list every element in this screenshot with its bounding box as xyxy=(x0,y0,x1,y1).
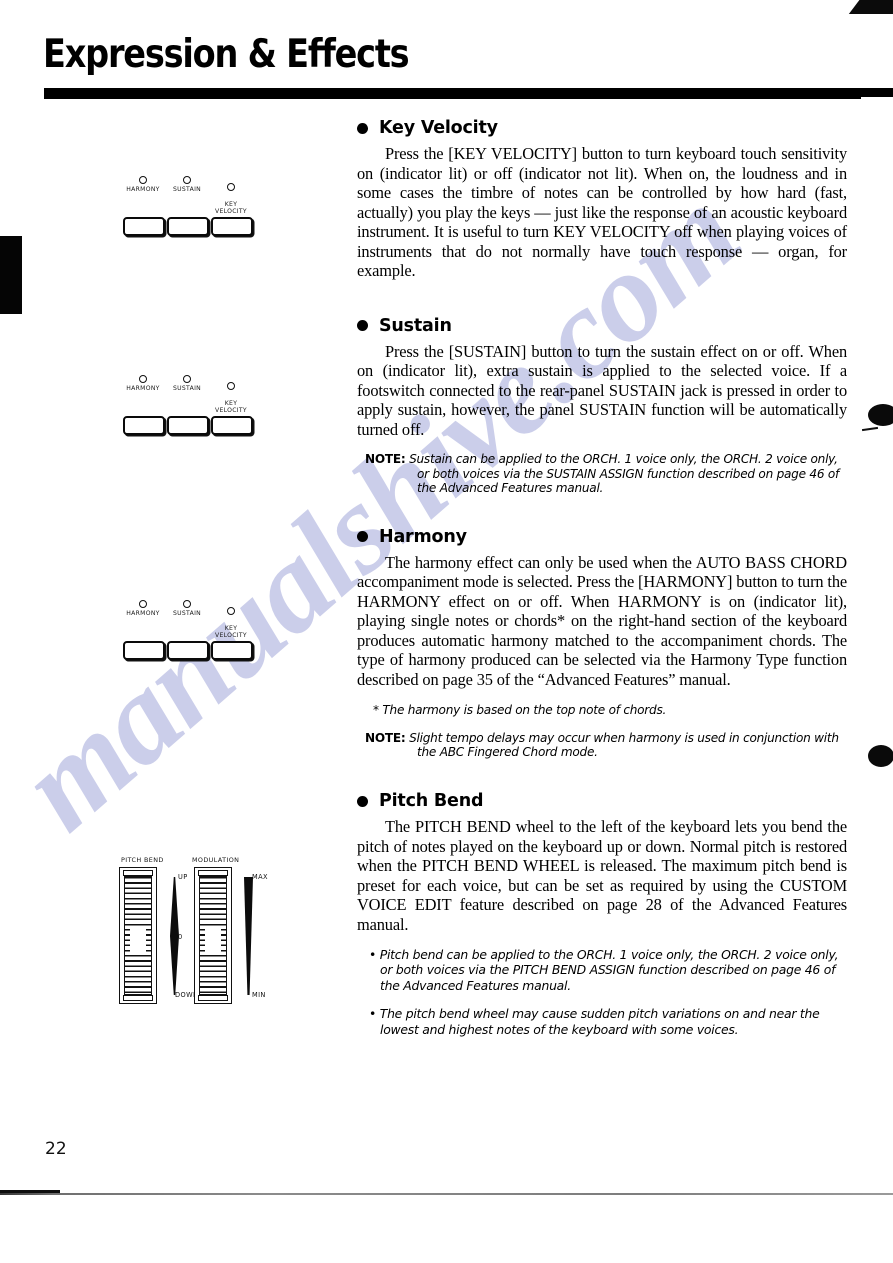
panel-button-sustain xyxy=(167,641,209,660)
led-indicator-icon xyxy=(227,382,235,391)
bullet-icon xyxy=(357,320,368,331)
wheel-label-modulation: MODULATION xyxy=(192,856,240,864)
scan-artifact-tick xyxy=(861,426,879,432)
page-title: Expression & Effects xyxy=(43,32,410,77)
led-group-key-velocity: KEY VELOCITY xyxy=(205,176,257,223)
title-rule xyxy=(44,88,893,99)
footnote-harmony: * The harmony is based on the top note o… xyxy=(373,703,667,718)
led-group-key-velocity: KEY VELOCITY xyxy=(205,375,257,422)
led-group-key-velocity: KEY VELOCITY xyxy=(205,600,257,647)
wheel-detent-gap xyxy=(130,929,146,955)
bullet-note-pitch-variations: • The pitch bend wheel may cause sudden … xyxy=(369,1006,820,1037)
led-indicator-icon xyxy=(227,183,235,192)
led-indicator-icon xyxy=(183,600,191,608)
button-row xyxy=(118,217,268,239)
panel-button-harmony xyxy=(123,217,165,236)
panel-button-key-velocity xyxy=(211,416,253,435)
modulation-wheel-slot xyxy=(194,867,232,1004)
tick-label-max: MAX xyxy=(252,873,268,881)
led-indicator-icon xyxy=(139,375,147,383)
section-heading-text: Sustain xyxy=(379,315,452,336)
scan-artifact-blob-upper xyxy=(868,404,893,426)
led-row: HARMONY SUSTAIN KEY VELOCITY xyxy=(118,600,268,639)
led-indicator-icon xyxy=(139,176,147,184)
led-label-key-velocity: KEY VELOCITY xyxy=(215,200,247,216)
section-sustain: Sustain Press the [SUSTAIN] button to tu… xyxy=(357,316,847,496)
panel-button-key-velocity xyxy=(211,641,253,660)
section-pitch-bend: Pitch Bend The PITCH BEND wheel to the l… xyxy=(357,791,847,1037)
section-heading-text: Pitch Bend xyxy=(379,791,484,812)
led-indicator-icon xyxy=(139,600,147,608)
panel-button-sustain xyxy=(167,416,209,435)
pitch-bend-wheel-slot xyxy=(119,867,157,1004)
manual-page: manualshive.com Expression & Effects HAR… xyxy=(0,0,893,1263)
note-text: Slight tempo delays may occur when harmo… xyxy=(405,730,839,760)
panel-figure-harmony: HARMONY SUSTAIN KEY VELOCITY xyxy=(118,600,268,668)
scan-artifact-top-wedge xyxy=(848,0,893,14)
section-body-pitch-bend: The PITCH BEND wheel to the left of the … xyxy=(357,817,847,934)
wheel-cap-bottom xyxy=(123,995,153,1001)
section-body-key-velocity: Press the [KEY VELOCITY] button to turn … xyxy=(357,144,847,280)
led-indicator-icon xyxy=(183,375,191,383)
content-column: Key Velocity Press the [KEY VELOCITY] bu… xyxy=(357,118,847,1037)
wheel-detent-gap xyxy=(205,929,221,955)
button-row xyxy=(118,641,268,663)
scan-artifact-blob-lower xyxy=(868,745,893,767)
led-label-key-velocity: KEY VELOCITY xyxy=(215,624,247,640)
bullet-note-pitch-bend-assign: • Pitch bend can be applied to the ORCH.… xyxy=(369,947,839,993)
led-indicator-icon xyxy=(183,176,191,184)
section-heading-key-velocity: Key Velocity xyxy=(357,118,847,138)
panel-button-key-velocity xyxy=(211,217,253,236)
taper-down xyxy=(170,936,179,995)
led-row: HARMONY SUSTAIN KEY VELOCITY xyxy=(118,176,268,215)
panel-button-harmony xyxy=(123,416,165,435)
scan-artifact-bottom-edge-left xyxy=(0,1190,60,1193)
bullet-icon xyxy=(357,531,368,543)
note-sustain: NOTE: Sustain can be applied to the ORCH… xyxy=(365,452,847,496)
panel-figure-sustain: HARMONY SUSTAIN KEY VELOCITY xyxy=(118,375,268,443)
note-harmony: NOTE: Slight tempo delays may occur when… xyxy=(365,731,847,760)
tick-label-zero: 0 xyxy=(178,933,183,941)
led-label-key-velocity: KEY VELOCITY xyxy=(215,399,247,415)
section-heading-text: Key Velocity xyxy=(379,118,498,138)
tick-label-up: UP xyxy=(178,873,188,881)
note-label: NOTE: xyxy=(365,452,406,466)
tick-label-min: MIN xyxy=(252,991,266,999)
section-key-velocity: Key Velocity Press the [KEY VELOCITY] bu… xyxy=(357,118,847,281)
led-indicator-icon xyxy=(227,607,235,616)
panel-button-sustain xyxy=(167,217,209,236)
wheels-figure: PITCH BEND UP 0 DOWN MODULATION MAX MIN xyxy=(116,855,276,1015)
section-body-harmony: The harmony effect can only be used when… xyxy=(357,552,847,689)
led-row: HARMONY SUSTAIN KEY VELOCITY xyxy=(118,375,268,414)
section-heading-text: Harmony xyxy=(379,526,467,547)
scan-artifact-bottom-edge xyxy=(0,1193,893,1195)
section-heading-pitch-bend: Pitch Bend xyxy=(357,791,847,811)
pitch-bend-wheel-ribs xyxy=(124,876,152,995)
section-heading-sustain: Sustain xyxy=(357,316,847,336)
section-harmony: Harmony The harmony effect can only be u… xyxy=(357,527,847,760)
section-body-sustain: Press the [SUSTAIN] button to turn the s… xyxy=(357,341,847,439)
wheel-cap-bottom xyxy=(198,995,228,1001)
note-label: NOTE: xyxy=(365,730,406,745)
note-text: Sustain can be applied to the ORCH. 1 vo… xyxy=(405,452,840,496)
button-row xyxy=(118,416,268,438)
taper-up xyxy=(170,877,179,936)
bullet-icon xyxy=(357,122,368,134)
section-heading-harmony: Harmony xyxy=(357,527,847,547)
modulation-range-indicator xyxy=(244,877,253,995)
bullet-icon xyxy=(357,795,368,807)
wheel-label-pitch-bend: PITCH BEND xyxy=(121,856,164,864)
panel-button-harmony xyxy=(123,641,165,660)
page-number: 22 xyxy=(45,1139,67,1159)
modulation-wheel-ribs xyxy=(199,876,227,995)
thumb-index-tab xyxy=(0,236,22,314)
panel-figure-key-velocity: HARMONY SUSTAIN KEY VELOCITY xyxy=(118,176,268,244)
